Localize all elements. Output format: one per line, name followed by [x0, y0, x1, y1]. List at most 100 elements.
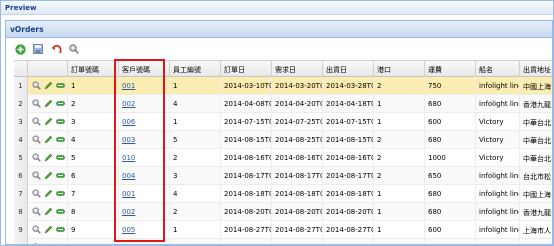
- undo-icon: [51, 44, 62, 55]
- customer-link[interactable]: 002: [122, 208, 135, 216]
- view-icon[interactable]: [32, 153, 41, 162]
- view-icon[interactable]: [32, 117, 41, 126]
- edit-icon[interactable]: [44, 243, 53, 244]
- search-button[interactable]: [68, 43, 80, 55]
- customer-link[interactable]: 005: [122, 226, 135, 234]
- delete-icon[interactable]: [56, 135, 65, 144]
- col-employee-id[interactable]: 員工編號: [170, 61, 221, 77]
- delete-icon[interactable]: [56, 189, 65, 198]
- edit-icon[interactable]: [44, 153, 53, 162]
- table-row[interactable]: 4400352014-08-15T00:02014-08-25T00:02014…: [14, 131, 552, 149]
- add-button[interactable]: [14, 43, 26, 55]
- table-row[interactable]: 1100112014-03-10T00:02014-03-20T00:02014…: [14, 77, 552, 95]
- view-icon[interactable]: [32, 189, 41, 198]
- cell-order-id: 7: [68, 185, 119, 203]
- customer-link[interactable]: 003: [122, 136, 135, 144]
- table-row[interactable]: 2200242014-04-08T00:02014-04-20T00:02014…: [14, 95, 552, 113]
- cell-employee-id: 1: [170, 77, 221, 95]
- cell-required-date: 2014-08-28T00:0: [272, 239, 323, 244]
- cell-ship-name: infolight lines: [476, 167, 520, 185]
- cell-order-id: 6: [68, 167, 119, 185]
- cell-ship-name: infolight lines: [476, 77, 520, 95]
- view-icon[interactable]: [32, 81, 41, 90]
- undo-button[interactable]: [50, 43, 62, 55]
- edit-icon[interactable]: [44, 99, 53, 108]
- table-row[interactable]: 9900512014-08-27T00:02014-08-27T00:02014…: [14, 221, 552, 239]
- view-icon[interactable]: [32, 135, 41, 144]
- edit-icon[interactable]: [44, 225, 53, 234]
- edit-icon[interactable]: [44, 171, 53, 180]
- cell-port: 1: [374, 203, 425, 221]
- customer-link[interactable]: 010: [122, 154, 135, 162]
- cell-customer-id: 007: [119, 239, 170, 245]
- cell-order-id: 9: [68, 221, 119, 239]
- cell-ship-name: infolight lines: [476, 221, 520, 239]
- delete-icon[interactable]: [56, 99, 65, 108]
- cell-freight: 600: [425, 221, 476, 239]
- row-actions: [28, 95, 68, 113]
- cell-order-id: 2: [68, 95, 119, 113]
- col-freight[interactable]: 運費: [425, 61, 476, 77]
- delete-icon[interactable]: [56, 117, 65, 126]
- orders-grid: 訂單號碼 客戶號碼 員工編號 訂單日 需求日 出貨日 港口 運費 船名 出貨地址…: [14, 60, 552, 245]
- cell-port: 2: [374, 149, 425, 167]
- view-icon[interactable]: [32, 243, 41, 244]
- cell-ship-address: 中華台北: [520, 131, 552, 149]
- col-order-id[interactable]: 訂單號碼: [68, 61, 119, 77]
- customer-link[interactable]: 002: [122, 100, 135, 108]
- view-icon[interactable]: [32, 207, 41, 216]
- edit-icon[interactable]: [44, 207, 53, 216]
- col-order-date[interactable]: 訂單日: [221, 61, 272, 77]
- col-required-date[interactable]: 需求日: [272, 61, 323, 77]
- view-icon[interactable]: [32, 99, 41, 108]
- view-icon[interactable]: [32, 225, 41, 234]
- delete-icon[interactable]: [56, 243, 65, 244]
- delete-icon[interactable]: [56, 81, 65, 90]
- cell-order-id: 4: [68, 131, 119, 149]
- customer-link[interactable]: 007: [122, 244, 135, 245]
- cell-order-date: 2014-08-18T00:0: [221, 185, 272, 203]
- edit-icon[interactable]: [44, 135, 53, 144]
- delete-icon[interactable]: [56, 171, 65, 180]
- customer-link[interactable]: 001: [122, 190, 135, 198]
- delete-icon[interactable]: [56, 225, 65, 234]
- cell-shipped-date: 2014-04-18T00:0: [323, 95, 374, 113]
- cell-ship-name: infolight lines: [476, 95, 520, 113]
- add-icon: [14, 43, 26, 55]
- cell-freight: 680: [425, 203, 476, 221]
- rownum-header: [14, 61, 28, 77]
- cell-ship-name: Victory: [476, 113, 520, 131]
- table-row[interactable]: 8800222014-08-20T00:02014-08-20T00:02014…: [14, 203, 552, 221]
- cell-freight: 680: [425, 95, 476, 113]
- cell-freight: 680: [425, 131, 476, 149]
- col-port[interactable]: 港口: [374, 61, 425, 77]
- delete-icon[interactable]: [56, 207, 65, 216]
- cell-customer-id: 001: [119, 77, 170, 95]
- cell-port: 1: [374, 239, 425, 244]
- cell-customer-id: 002: [119, 203, 170, 221]
- save-button[interactable]: [32, 43, 44, 55]
- edit-icon[interactable]: [44, 189, 53, 198]
- row-number: 8: [14, 203, 28, 221]
- customer-link[interactable]: 001: [122, 82, 135, 90]
- table-row[interactable]: 101000722014-08-28T00:02014-08-28T00:020…: [14, 239, 552, 245]
- edit-icon[interactable]: [44, 117, 53, 126]
- table-row[interactable]: 3300612014-07-15T00:02014-07-25T00:02014…: [14, 113, 552, 131]
- col-customer-id[interactable]: 客戶號碼: [119, 61, 170, 77]
- table-row[interactable]: 6600432014-08-17T00:02014-08-17T00:02014…: [14, 167, 552, 185]
- row-actions: [28, 185, 68, 203]
- cell-ship-address: 中華台北: [520, 113, 552, 131]
- edit-icon[interactable]: [44, 81, 53, 90]
- table-row[interactable]: 5501022014-08-16T00:02014-08-16T00:02014…: [14, 149, 552, 167]
- col-ship-address[interactable]: 出貨地址: [520, 61, 552, 77]
- col-shipped-date[interactable]: 出貨日: [323, 61, 374, 77]
- cell-customer-id: 003: [119, 131, 170, 149]
- view-icon[interactable]: [32, 171, 41, 180]
- customer-link[interactable]: 006: [122, 118, 135, 126]
- cell-customer-id: 006: [119, 113, 170, 131]
- cell-employee-id: 2: [170, 239, 221, 244]
- table-row[interactable]: 7700142014-08-18T00:02014-08-18T00:02014…: [14, 185, 552, 203]
- col-ship-name[interactable]: 船名: [476, 61, 520, 77]
- customer-link[interactable]: 004: [122, 172, 135, 180]
- delete-icon[interactable]: [56, 153, 65, 162]
